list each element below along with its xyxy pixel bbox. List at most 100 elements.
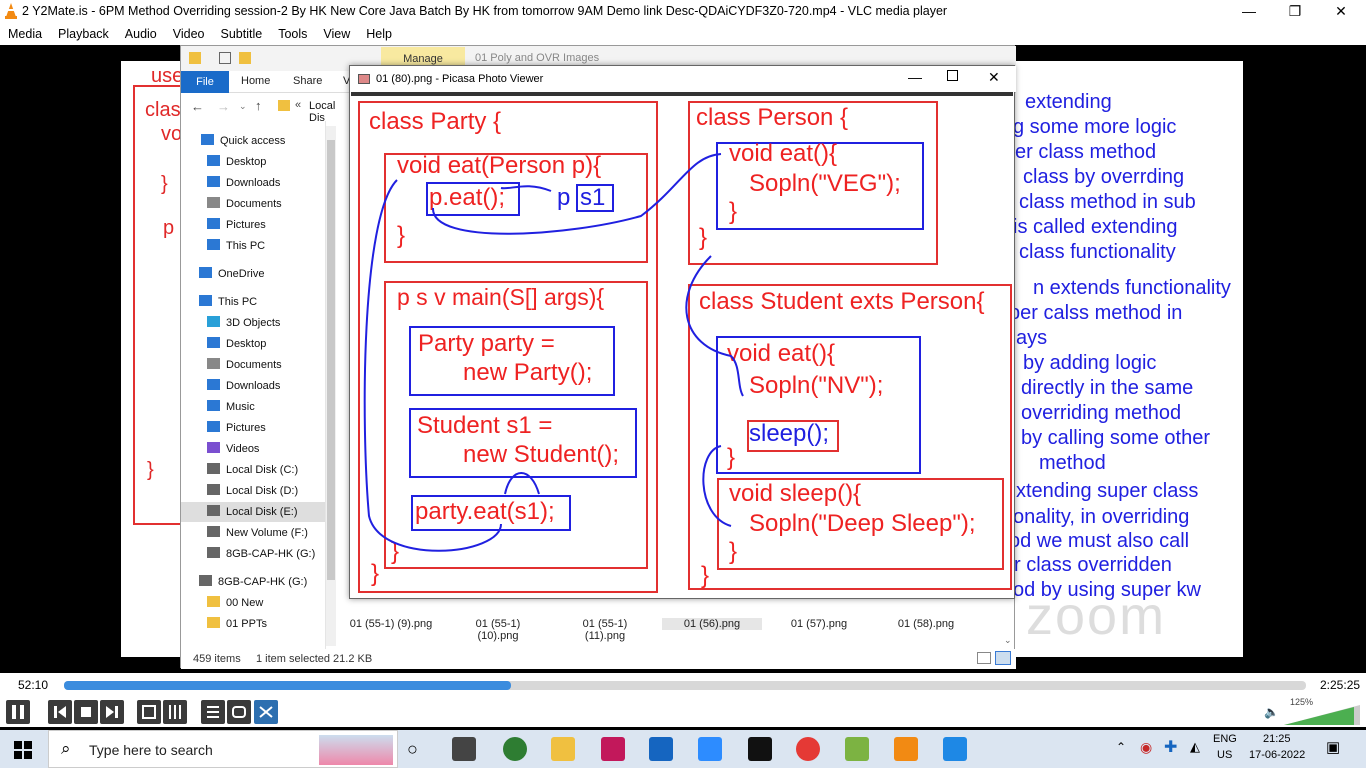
nav-item[interactable]: Documents bbox=[207, 355, 282, 375]
cube-icon bbox=[207, 316, 220, 327]
nav-item[interactable]: 00 New bbox=[207, 593, 263, 613]
maximize-button[interactable]: ❐ bbox=[1272, 0, 1318, 23]
zoom-icon[interactable] bbox=[698, 737, 722, 761]
network-icon[interactable]: ◭ bbox=[1190, 739, 1200, 755]
properties-icon[interactable] bbox=[219, 52, 231, 64]
seek-bar[interactable] bbox=[64, 681, 1306, 690]
slide-left-text: } bbox=[147, 459, 154, 481]
vlc-taskbar-icon[interactable] bbox=[894, 737, 918, 761]
minimize-button[interactable]: — bbox=[1226, 0, 1272, 23]
pause-button[interactable] bbox=[6, 700, 30, 724]
nav-item-label: 00 New bbox=[226, 597, 264, 609]
nav-item[interactable]: Documents bbox=[207, 194, 282, 214]
picasa-maximize-button[interactable] bbox=[947, 70, 958, 81]
forward-arrow-icon[interactable]: → bbox=[217, 99, 230, 114]
explorer-title: 01 Poly and OVR Images bbox=[475, 52, 600, 64]
files-scrollbar[interactable]: ⌄ bbox=[1003, 598, 1015, 648]
tray-plus-icon[interactable]: ✚ bbox=[1164, 737, 1177, 757]
thumbnail-item[interactable]: 01 (58).png bbox=[876, 618, 976, 630]
nav-item[interactable]: 8GB-CAP-HK (G:) bbox=[207, 544, 315, 564]
nav-item[interactable]: This PC bbox=[199, 292, 257, 312]
record-icon[interactable] bbox=[796, 737, 820, 761]
thumbnail-item[interactable]: 01 (56).png bbox=[662, 618, 762, 630]
fullscreen-icon[interactable] bbox=[137, 700, 161, 724]
nav-item[interactable]: Videos bbox=[207, 439, 259, 459]
nav-item[interactable]: Desktop bbox=[207, 152, 266, 172]
nav-item[interactable]: Pictures bbox=[207, 418, 266, 438]
chrome-icon[interactable] bbox=[503, 737, 527, 761]
nav-item[interactable]: Quick access bbox=[201, 131, 285, 151]
close-button[interactable]: ✕ bbox=[1318, 0, 1364, 23]
tray-record-icon[interactable]: ◉ bbox=[1140, 739, 1152, 756]
next-button[interactable] bbox=[100, 700, 124, 724]
tab-share[interactable]: Share bbox=[293, 75, 322, 87]
nav-item[interactable]: Local Disk (E:) bbox=[181, 502, 325, 522]
taskbar-search[interactable]: ⌕ Type here to search bbox=[48, 730, 398, 768]
details-view-icon[interactable] bbox=[977, 652, 991, 664]
volume-speaker-icon[interactable]: 🔈 bbox=[1264, 705, 1279, 719]
nav-item[interactable]: 01 PPTs bbox=[207, 614, 267, 634]
menu-media[interactable]: Media bbox=[0, 23, 50, 45]
language-us[interactable]: US bbox=[1217, 749, 1232, 761]
nav-item[interactable]: Desktop bbox=[207, 334, 266, 354]
nav-item[interactable]: 8GB-CAP-HK (G:) bbox=[199, 572, 307, 592]
cortana-icon[interactable]: ○ bbox=[407, 739, 418, 760]
video-area[interactable]: use clas vo } p } extending g some more l… bbox=[0, 45, 1366, 673]
stop-button[interactable] bbox=[74, 700, 98, 724]
notification-icon[interactable]: ▣ bbox=[1326, 738, 1340, 756]
snipping-icon[interactable] bbox=[601, 737, 625, 761]
playlist-icon[interactable] bbox=[201, 700, 225, 724]
notepad-icon[interactable] bbox=[845, 737, 869, 761]
slide-note-line: n extends functionality bbox=[1033, 277, 1231, 299]
thumbnail-view-icon[interactable] bbox=[995, 651, 1011, 665]
nav-item[interactable]: Pictures bbox=[207, 215, 266, 235]
windows-start-icon[interactable] bbox=[14, 741, 32, 759]
nav-item[interactable]: Local Disk (C:) bbox=[207, 460, 298, 480]
thumbnail-item[interactable]: 01 (55-1) (9).png bbox=[341, 618, 441, 630]
previous-button[interactable] bbox=[48, 700, 72, 724]
volume-slider[interactable] bbox=[1284, 705, 1360, 725]
sticky-icon[interactable] bbox=[748, 737, 772, 761]
language-eng[interactable]: ENG bbox=[1213, 733, 1237, 745]
tray-chevron-icon[interactable]: ⌃ bbox=[1116, 740, 1126, 754]
clock-time[interactable]: 21:25 bbox=[1263, 733, 1291, 745]
picasa-close-button[interactable]: ✕ bbox=[988, 69, 1000, 86]
window-title: 2 Y2Mate.is - 6PM Method Overriding sess… bbox=[22, 4, 948, 18]
menu-audio[interactable]: Audio bbox=[117, 23, 165, 45]
file-explorer-icon[interactable] bbox=[551, 737, 575, 761]
nav-item[interactable]: New Volume (F:) bbox=[207, 523, 308, 543]
thumbnail-item[interactable]: 01 (57).png bbox=[769, 618, 869, 630]
menu-playback[interactable]: Playback bbox=[50, 23, 117, 45]
clock-date[interactable]: 17-06-2022 bbox=[1249, 749, 1305, 761]
picasa-minimize-button[interactable]: — bbox=[908, 69, 922, 85]
nav-item[interactable]: Music bbox=[207, 397, 255, 417]
loop-icon[interactable] bbox=[227, 700, 251, 724]
menu-tools[interactable]: Tools bbox=[270, 23, 315, 45]
thumbnail-item[interactable]: 01 (55-1) (11).png bbox=[555, 618, 655, 642]
nav-item-label: Documents bbox=[226, 198, 282, 210]
up-arrow-icon[interactable]: ↑ bbox=[255, 98, 262, 113]
thumbnail-item[interactable]: 01 (55-1) (10).png bbox=[448, 618, 548, 642]
slide-note-line: per calss method in bbox=[1009, 302, 1183, 324]
extended-settings-icon[interactable] bbox=[163, 700, 187, 724]
nav-item[interactable]: This PC bbox=[207, 236, 265, 256]
nav-item[interactable]: Local Disk (D:) bbox=[207, 481, 298, 501]
nav-item[interactable]: OneDrive bbox=[199, 264, 264, 284]
back-arrow-icon[interactable]: ← bbox=[191, 99, 204, 114]
shuffle-icon[interactable] bbox=[254, 700, 278, 724]
store-icon[interactable] bbox=[649, 737, 673, 761]
new-folder-icon[interactable] bbox=[239, 52, 251, 64]
nav-item[interactable]: Downloads bbox=[207, 173, 280, 193]
menu-subtitle[interactable]: Subtitle bbox=[213, 23, 271, 45]
nav-item[interactable]: Downloads bbox=[207, 376, 280, 396]
tab-file[interactable]: File bbox=[181, 71, 229, 93]
nav-scrollbar[interactable] bbox=[326, 126, 336, 646]
nav-item[interactable]: 3D Objects bbox=[207, 313, 280, 333]
tab-home[interactable]: Home bbox=[241, 75, 270, 87]
task-view-icon[interactable] bbox=[452, 737, 476, 761]
menu-help[interactable]: Help bbox=[358, 23, 400, 45]
menu-video[interactable]: Video bbox=[165, 23, 213, 45]
photos-icon[interactable] bbox=[943, 737, 967, 761]
recent-chevron-icon[interactable]: ⌄ bbox=[239, 101, 247, 112]
menu-view[interactable]: View bbox=[315, 23, 358, 45]
